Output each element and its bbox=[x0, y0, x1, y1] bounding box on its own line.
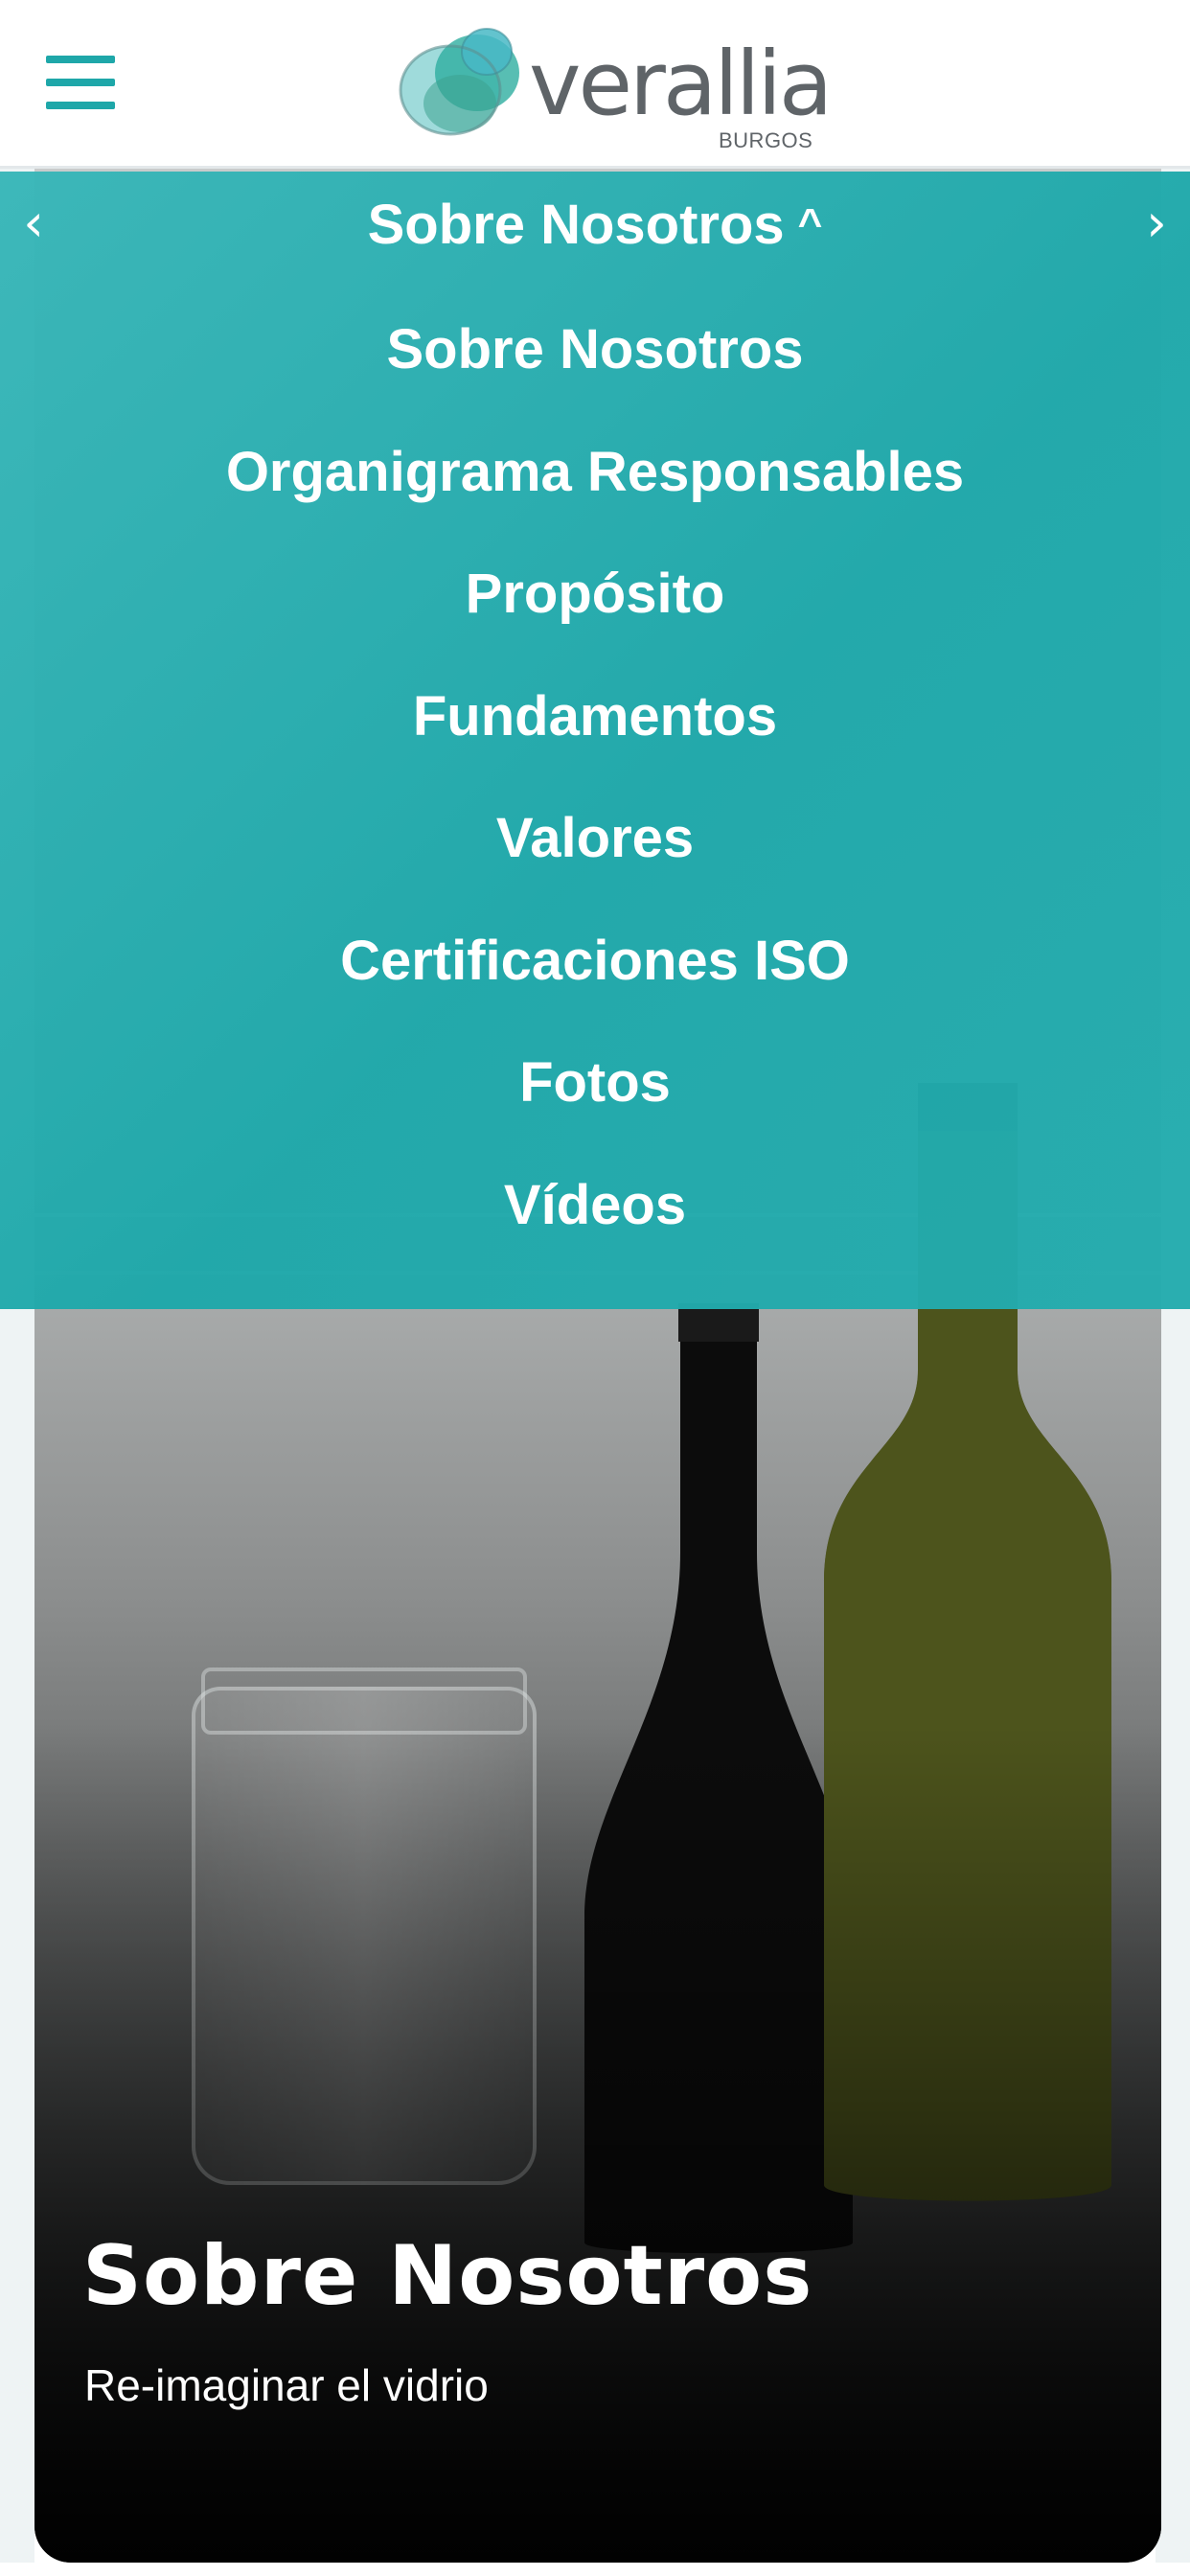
chevron-right-icon[interactable]: › bbox=[1133, 195, 1180, 252]
menu-item-sobre-nosotros[interactable]: Sobre Nosotros bbox=[0, 288, 1190, 411]
logo-subtitle: BURGOS bbox=[719, 128, 813, 152]
menu-item-fotos[interactable]: Fotos bbox=[0, 1022, 1190, 1144]
dropdown-item-list: Sobre Nosotros Organigrama Responsables … bbox=[0, 288, 1190, 1266]
logo-wordmark: verallia bbox=[529, 33, 833, 135]
hamburger-bar bbox=[46, 79, 115, 86]
menu-item-fundamentos[interactable]: Fundamentos bbox=[0, 656, 1190, 778]
dropdown-current-label: Sobre Nosotros bbox=[367, 194, 785, 256]
menu-item-valores[interactable]: Valores bbox=[0, 777, 1190, 900]
menu-item-certificaciones-iso[interactable]: Certificaciones ISO bbox=[0, 900, 1190, 1023]
chevron-up-icon: ^ bbox=[797, 200, 823, 247]
dropdown-toggle[interactable]: Sobre Nosotros ^ bbox=[0, 193, 1190, 257]
hamburger-bar bbox=[46, 102, 115, 109]
hero-title: Sobre Nosotros bbox=[82, 2228, 813, 2324]
verallia-logo[interactable]: verallia BURGOS bbox=[393, 17, 833, 152]
section-dropdown-menu: ‹ Sobre Nosotros ^ › Sobre Nosotros Organ… bbox=[0, 172, 1190, 1309]
hero-subtitle: Re-imaginar el vidrio bbox=[84, 2360, 489, 2410]
menu-item-proposito[interactable]: Propósito bbox=[0, 533, 1190, 656]
app-header: verallia BURGOS bbox=[0, 0, 1190, 169]
menu-item-organigrama-responsables[interactable]: Organigrama Responsables bbox=[0, 411, 1190, 534]
menu-item-videos[interactable]: Vídeos bbox=[0, 1144, 1190, 1267]
hamburger-menu-icon[interactable] bbox=[46, 56, 115, 109]
hamburger-bar bbox=[46, 56, 115, 63]
logo-mark-icon bbox=[399, 28, 519, 136]
dropdown-header: ‹ Sobre Nosotros ^ › bbox=[0, 172, 1190, 287]
hero-gradient-overlay bbox=[34, 1725, 1161, 2563]
